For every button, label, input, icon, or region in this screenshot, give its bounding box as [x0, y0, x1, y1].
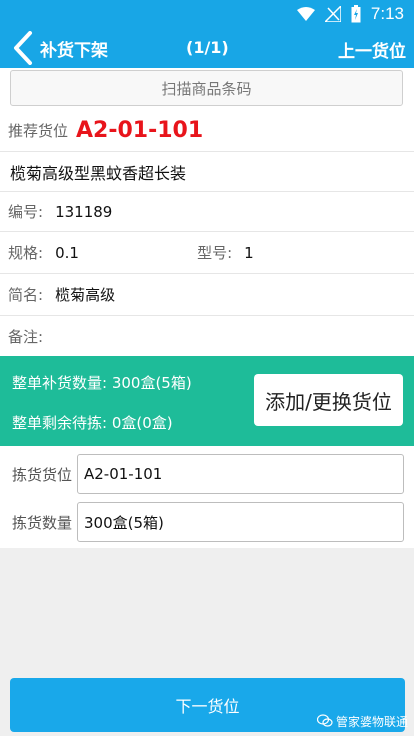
pick-location-input[interactable]: A2-01-101 [77, 454, 404, 494]
pick-quantity-label: 拣货数量 [12, 514, 73, 532]
product-name-row: 榄菊高级型黑蚊香超长装 [0, 152, 414, 192]
add-change-location-button[interactable]: 添加/更换货位 [254, 374, 403, 426]
page-count: (1/1) [186, 38, 229, 57]
note-row: 备注: [0, 316, 414, 356]
code-row: 编号: 131189 [0, 192, 414, 232]
spec-label: 规格: [8, 244, 44, 262]
pick-quantity-input[interactable]: 300盒(5箱) [77, 502, 404, 542]
status-bar: 7:13 [0, 0, 414, 28]
chevron-left-icon [14, 31, 32, 65]
model-value: 1 [244, 243, 254, 262]
short-name-row: 简名: 榄菊高级 [0, 274, 414, 316]
battery-icon [351, 5, 361, 23]
spec-row: 规格: 0.1 型号: 1 [0, 232, 414, 274]
short-name-value: 榄菊高级 [55, 286, 116, 304]
recommend-location-row: 推荐货位 A2-01-101 [0, 110, 414, 152]
watermark: 管家婆物联通 [316, 712, 408, 730]
scan-section: 扫描商品条码 [0, 68, 414, 110]
signal-icon [324, 6, 341, 22]
remaining-quantity: 整单剩余待拣: 0盒(0盒) [12, 414, 173, 432]
back-button[interactable]: 补货下架 [12, 30, 112, 66]
spec-value: 0.1 [55, 243, 79, 262]
prev-location-button[interactable]: 上一货位 [338, 37, 406, 62]
top-bar: 补货下架 (1/1) 上一货位 [0, 28, 414, 68]
pick-location-label: 拣货货位 [12, 466, 73, 484]
wechat-icon [316, 714, 333, 727]
status-time: 7:13 [370, 4, 404, 23]
pick-form: 拣货货位 A2-01-101 拣货数量 300盒(5箱) [0, 446, 414, 548]
wifi-icon [296, 7, 315, 21]
recommend-location-label: 推荐货位 [8, 122, 69, 140]
watermark-text: 管家婆物联通 [335, 714, 408, 729]
scan-barcode-button[interactable]: 扫描商品条码 [10, 70, 403, 106]
code-label: 编号: [8, 203, 44, 221]
product-name: 榄菊高级型黑蚊香超长装 [10, 163, 187, 183]
status-icons: 7:13 [296, 4, 404, 24]
summary-panel: 整单补货数量: 300盒(5箱) 整单剩余待拣: 0盒(0盒) 添加/更换货位 [0, 356, 414, 446]
replenish-quantity: 整单补货数量: 300盒(5箱) [12, 374, 192, 392]
model-label: 型号: [197, 244, 233, 262]
note-label: 备注: [8, 327, 44, 346]
code-value: 131189 [55, 202, 113, 221]
short-name-label: 简名: [8, 286, 44, 304]
back-label: 补货下架 [40, 40, 108, 61]
recommend-location-value: A2-01-101 [76, 118, 204, 143]
